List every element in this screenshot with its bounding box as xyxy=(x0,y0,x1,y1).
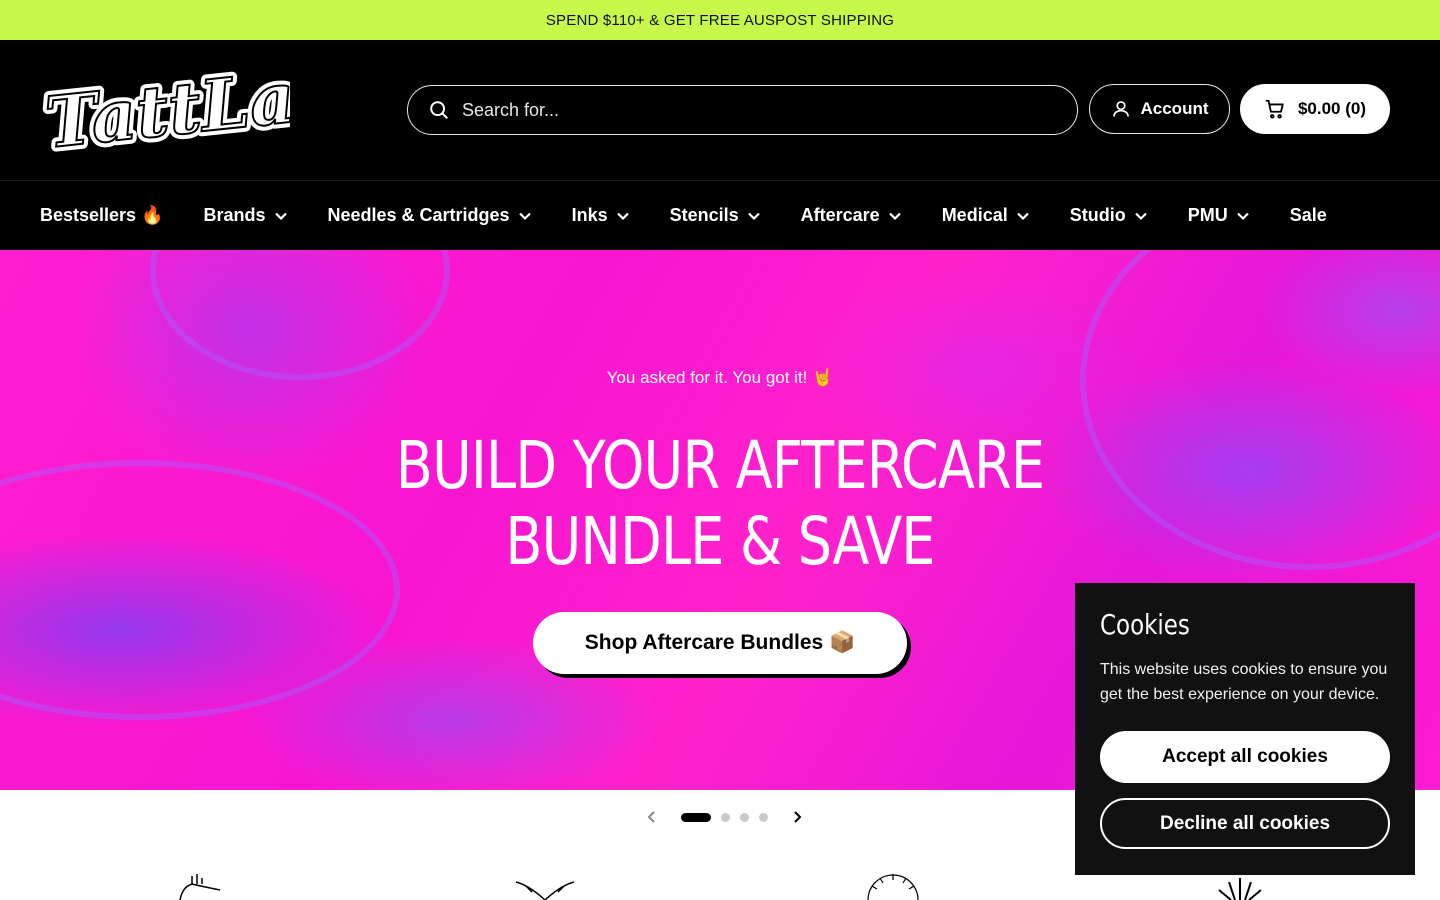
main-nav: Bestsellers 🔥 Brands Needles & Cartridges I… xyxy=(0,180,1440,250)
chevron-right-icon[interactable] xyxy=(790,810,804,824)
cart-button[interactable]: $0.00 (0) xyxy=(1240,84,1390,134)
slide-dot-3[interactable] xyxy=(740,812,749,822)
nav-item-label: Stencils xyxy=(669,205,739,225)
account-label: Account xyxy=(1140,99,1209,118)
slide-dot-4[interactable] xyxy=(759,812,768,822)
chevron-down-icon xyxy=(616,212,629,220)
announcement-text: SPEND $110+ & GET FREE AUSPOST SHIPPING xyxy=(545,11,895,29)
wings-icon[interactable] xyxy=(512,872,578,900)
search-input[interactable] xyxy=(462,99,1022,121)
cookie-banner: Cookies This website uses cookies to ens… xyxy=(1075,583,1415,875)
nav-item-label: PMU xyxy=(1187,205,1228,225)
nav-item-label: Bestsellers 🔥 xyxy=(40,205,164,225)
chevron-down-icon xyxy=(747,212,760,220)
hero-swirl-decoration xyxy=(150,250,450,380)
cookie-title: Cookies xyxy=(1100,608,1190,641)
nav-item-medical[interactable]: Medical xyxy=(942,205,1030,226)
decline-cookies-button[interactable]: Decline all cookies xyxy=(1100,798,1390,849)
sun-icon[interactable] xyxy=(858,872,928,900)
slide-dot-2[interactable] xyxy=(721,812,730,822)
slider-controls xyxy=(645,810,804,824)
search-icon xyxy=(430,101,448,119)
shop-aftercare-bundles-button[interactable]: Shop Aftercare Bundles 📦 xyxy=(533,612,907,674)
chevron-down-icon xyxy=(274,212,287,220)
nav-item-studio[interactable]: Studio xyxy=(1070,205,1148,226)
accept-cookies-button[interactable]: Accept all cookies xyxy=(1100,731,1390,783)
hero-subtitle: You asked for it. You got it! 🤘 xyxy=(606,368,834,387)
site-header: TattLab TattLab Account $0.00 (0) xyxy=(0,40,1440,180)
nav-item-needles-cartridges[interactable]: Needles & Cartridges xyxy=(328,205,532,226)
nav-item-label: Inks xyxy=(571,205,608,225)
hero-swirl-decoration xyxy=(1080,250,1440,570)
nav-item-sale[interactable]: Sale xyxy=(1290,205,1327,226)
nav-item-label: Medical xyxy=(941,205,1008,225)
cart-total: $0.00 (0) xyxy=(1297,99,1367,118)
nav-item-aftercare[interactable]: Aftercare xyxy=(801,205,902,226)
category-icons-row xyxy=(0,872,1440,900)
account-button[interactable]: Account xyxy=(1089,84,1230,134)
hero-swirl-decoration xyxy=(0,460,400,720)
nav-item-label: Needles & Cartridges xyxy=(327,205,510,225)
chevron-down-icon xyxy=(1236,212,1249,220)
tattlab-logo[interactable]: TattLab TattLab xyxy=(40,57,290,163)
rays-icon[interactable] xyxy=(1205,872,1275,900)
hero-title: BUILD YOUR AFTERCARE BUNDLE & SAVE xyxy=(395,427,1045,580)
nav-item-brands[interactable]: Brands xyxy=(203,205,287,226)
nav-item-label: Sale xyxy=(1289,205,1327,225)
nav-item-bestsellers[interactable]: Bestsellers 🔥 xyxy=(40,205,163,226)
cart-icon xyxy=(1265,99,1284,119)
svg-text:TattLab: TattLab xyxy=(42,57,290,163)
nav-item-inks[interactable]: Inks xyxy=(572,205,630,226)
nav-item-pmu[interactable]: PMU xyxy=(1188,205,1250,226)
chevron-left-icon[interactable] xyxy=(645,810,659,824)
slide-dot-1[interactable] xyxy=(681,812,711,822)
nav-item-stencils[interactable]: Stencils xyxy=(670,205,761,226)
cookie-text: This website uses cookies to ensure you … xyxy=(1100,661,1388,703)
announcement-bar: SPEND $110+ & GET FREE AUSPOST SHIPPING xyxy=(0,0,1440,40)
user-icon xyxy=(1112,101,1129,117)
tattoo-hand-icon[interactable] xyxy=(170,872,230,900)
search-bar[interactable] xyxy=(407,85,1078,135)
chevron-down-icon xyxy=(1134,212,1147,220)
chevron-down-icon xyxy=(1016,212,1029,220)
chevron-down-icon xyxy=(888,212,901,220)
nav-item-label: Aftercare xyxy=(800,205,880,225)
nav-item-label: Studio xyxy=(1069,205,1126,225)
nav-item-label: Brands xyxy=(203,205,266,225)
chevron-down-icon xyxy=(518,212,531,220)
